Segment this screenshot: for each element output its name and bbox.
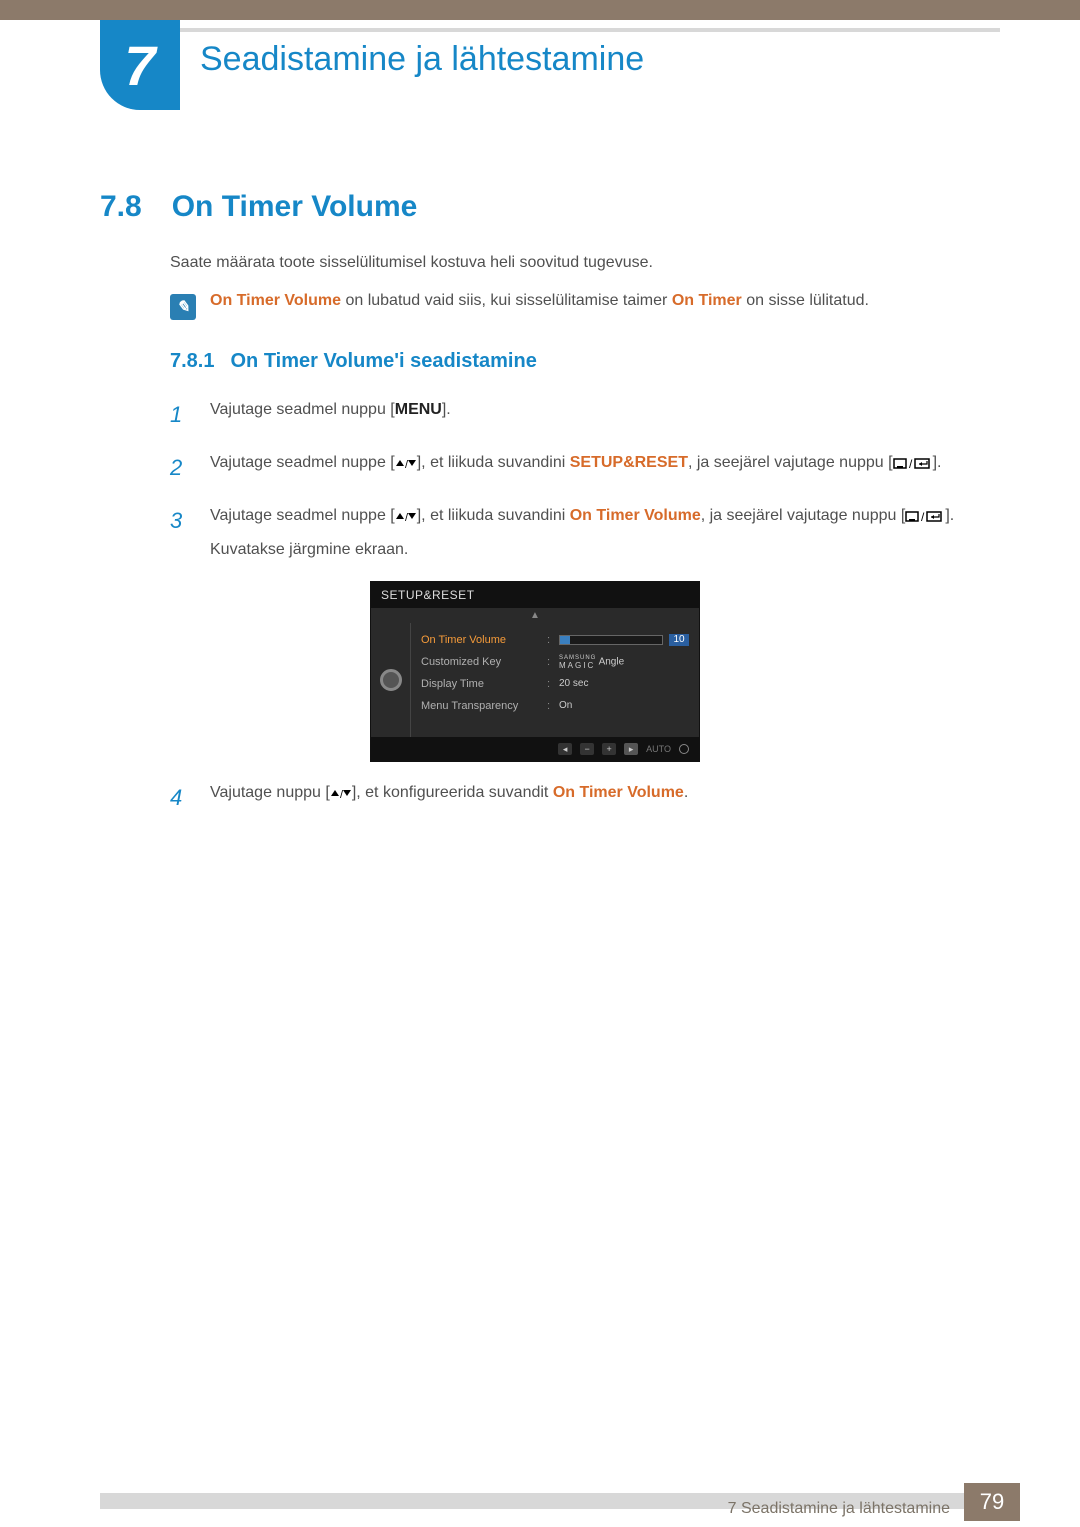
page-footer: 7 Seadistamine ja lähtestamine 79 <box>0 1479 1080 1527</box>
step-number: 4 <box>170 780 190 815</box>
menu-label: MENU <box>395 401 442 418</box>
step2-a: Vajutage seadmel nuppe [ <box>210 454 395 471</box>
step3-b: ], et liikuda suvandini <box>417 507 570 524</box>
osd-label: Display Time <box>421 678 541 690</box>
osd-up-arrow-icon: ▲ <box>371 608 699 623</box>
chapter-badge: 7 <box>100 20 180 110</box>
subsection-title: On Timer Volume'i seadistamine <box>230 350 536 373</box>
step3-c: , ja seejärel vajutage nuppu [ <box>701 507 906 524</box>
step-number: 2 <box>170 450 190 485</box>
subsection-number: 7.8.1 <box>170 350 214 373</box>
note-block: ✎ On Timer Volume on lubatud vaid siis, … <box>170 292 1000 320</box>
svg-text:/: / <box>405 512 409 523</box>
osd-rows: On Timer Volume : 10 Customized Key : SA… <box>411 623 699 737</box>
step-body: Vajutage nuppu [ / ], et konfigureerida su… <box>210 780 1000 815</box>
note-icon: ✎ <box>170 294 196 320</box>
steps-list: 1 Vajutage seadmel nuppu [MENU]. 2 Vajut… <box>170 397 1000 815</box>
osd-track <box>559 635 663 645</box>
osd-label: On Timer Volume <box>421 634 541 646</box>
osd-row-on-timer-volume: On Timer Volume : 10 <box>421 629 689 651</box>
note-hl2: On Timer <box>672 292 742 309</box>
step4-c: . <box>684 784 688 801</box>
step1-a: Vajutage seadmel nuppu [ <box>210 401 395 418</box>
source-enter-icon: / <box>905 509 945 523</box>
osd-value-text: Angle <box>599 656 625 667</box>
section-title: On Timer Volume <box>172 190 418 224</box>
step2-d: ]. <box>933 454 942 471</box>
osd-colon: : <box>547 700 553 712</box>
svg-text:/: / <box>921 510 925 523</box>
osd-label: Menu Transparency <box>421 700 541 712</box>
step4-hl: On Timer Volume <box>553 784 684 801</box>
step1-b: ]. <box>442 401 451 418</box>
svg-text:/: / <box>340 789 344 800</box>
osd-colon: : <box>547 656 553 668</box>
osd-volume-bar: 10 <box>559 634 689 646</box>
step-number: 3 <box>170 503 190 562</box>
osd-footer-right-icon: ▸ <box>624 743 638 755</box>
osd-footer-plus-icon: + <box>602 743 616 755</box>
source-enter-icon: / <box>893 456 933 470</box>
osd-title: SETUP&RESET <box>371 582 699 608</box>
step-body: Vajutage seadmel nuppu [MENU]. <box>210 397 1000 432</box>
osd-prefix-bottom: MAGIC <box>559 662 596 670</box>
step3-a: Vajutage seadmel nuppe [ <box>210 507 395 524</box>
osd-screenshot: SETUP&RESET ▲ On Timer Volume : 10 <box>370 581 700 762</box>
note-hl1: On Timer Volume <box>210 292 341 309</box>
osd-footer: ◂ − + ▸ AUTO <box>371 737 699 761</box>
osd-colon: : <box>547 634 553 646</box>
footer-page-number: 79 <box>964 1483 1020 1521</box>
power-icon <box>679 744 689 754</box>
step4-a: Vajutage nuppu [ <box>210 784 330 801</box>
up-down-icon: / <box>395 511 417 523</box>
top-divider <box>100 28 1000 32</box>
section-heading: 7.8 On Timer Volume <box>100 190 1000 224</box>
step3-hl: On Timer Volume <box>570 507 701 524</box>
up-down-icon: / <box>330 788 352 800</box>
chapter-number: 7 <box>124 33 155 98</box>
osd-footer-left-icon: ◂ <box>558 743 572 755</box>
osd-colon: : <box>547 678 553 690</box>
step-number: 1 <box>170 397 190 432</box>
step2-c: , ja seejärel vajutage nuppu [ <box>688 454 893 471</box>
intro-text: Saate määrata toote sisselülitumisel kos… <box>170 254 1000 272</box>
step3-d: ]. <box>945 507 954 524</box>
up-down-icon: / <box>395 458 417 470</box>
chapter-title: Seadistamine ja lähtestamine <box>200 40 644 79</box>
step-body: Vajutage seadmel nuppe [ / ], et liikuda s… <box>210 503 1000 562</box>
osd-fill <box>560 636 570 644</box>
step-1: 1 Vajutage seadmel nuppu [MENU]. <box>170 397 1000 432</box>
step-3: 3 Vajutage seadmel nuppe [ / ], et liikuda… <box>170 503 1000 562</box>
osd-row-display-time: Display Time : 20 sec <box>421 673 689 695</box>
osd-footer-minus-icon: − <box>580 743 594 755</box>
content-area: 7.8 On Timer Volume Saate määrata toote … <box>100 190 1000 833</box>
osd-footer-auto: AUTO <box>646 744 671 754</box>
section-number: 7.8 <box>100 190 142 224</box>
osd-body: On Timer Volume : 10 Customized Key : SA… <box>371 623 699 737</box>
osd-row-menu-transparency: Menu Transparency : On <box>421 695 689 717</box>
osd-gear-column <box>371 623 411 737</box>
step-4: 4 Vajutage nuppu [ / ], et konfigureerida … <box>170 780 1000 815</box>
subsection-heading: 7.8.1 On Timer Volume'i seadistamine <box>170 350 1000 373</box>
step-body: Vajutage seadmel nuppe [ / ], et liikuda s… <box>210 450 1000 485</box>
step2-b: ], et liikuda suvandini <box>417 454 570 471</box>
osd-volume-value: 10 <box>669 634 689 646</box>
note-text: On Timer Volume on lubatud vaid siis, ku… <box>210 292 869 310</box>
osd-row-customized-key: Customized Key : SAMSUNG MAGIC Angle <box>421 651 689 673</box>
svg-text:/: / <box>405 459 409 470</box>
gear-icon <box>380 669 402 691</box>
note-t2: on lubatud vaid siis, kui sisselülitamis… <box>341 292 672 309</box>
footer-text: 7 Seadistamine ja lähtestamine <box>728 1493 950 1525</box>
osd-value: On <box>559 700 689 711</box>
svg-text:/: / <box>909 457 913 470</box>
osd-value: 20 sec <box>559 678 689 689</box>
step4-b: ], et konfigureerida suvandit <box>352 784 553 801</box>
osd-value: SAMSUNG MAGIC Angle <box>559 654 689 670</box>
step3-after: Kuvatakse järgmine ekraan. <box>210 537 1000 563</box>
note-t4: on sisse lülitatud. <box>742 292 869 309</box>
step-2: 2 Vajutage seadmel nuppe [ / ], et liikuda… <box>170 450 1000 485</box>
top-brown-bar <box>0 0 1080 20</box>
step2-hl: SETUP&RESET <box>570 454 688 471</box>
osd-label: Customized Key <box>421 656 541 668</box>
